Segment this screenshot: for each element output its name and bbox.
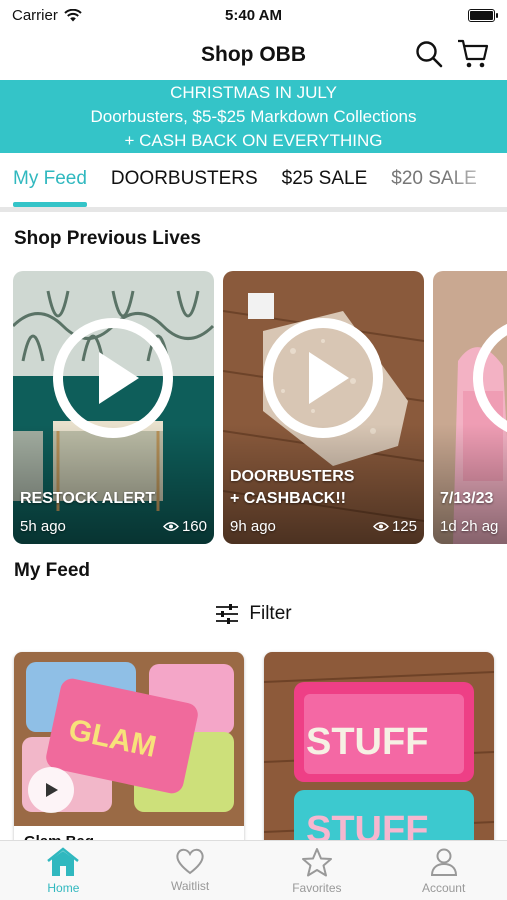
battery-icon	[468, 8, 498, 22]
live-title: RESTOCK ALERT	[20, 490, 156, 507]
live-card[interactable]: RESTOCK ALERT 5h ago 160	[13, 271, 214, 544]
live-time: 9h ago	[230, 518, 276, 535]
live-card[interactable]: 7/13/23 1d 2h ag	[433, 271, 507, 544]
live-meta: 5h ago 160	[20, 518, 207, 535]
category-tabs: My Feed DOORBUSTERS $25 SALE $20 SALE	[0, 153, 507, 207]
account-icon	[430, 848, 457, 876]
nav-waitlist[interactable]: Waitlist	[127, 841, 254, 900]
live-title: 7/13/23	[440, 490, 494, 507]
star-icon	[301, 848, 332, 877]
live-time: 1d 2h ag	[440, 518, 499, 535]
nav-home[interactable]: Home	[0, 841, 127, 900]
live-meta: 9h ago 125	[230, 518, 417, 535]
section-title-my-feed: My Feed	[14, 560, 91, 581]
nav-favorites-label: Favorites	[292, 881, 342, 895]
svg-text:STUFF: STUFF	[306, 721, 428, 763]
bottom-navigation: Home Waitlist Favorites Account	[0, 840, 507, 900]
header-actions	[413, 38, 489, 70]
product-image: STUFF STUFF	[264, 652, 494, 852]
product-image: GLAM	[14, 652, 244, 852]
eye-icon	[373, 522, 389, 531]
home-icon	[47, 847, 80, 876]
tab-doorbusters[interactable]: DOORBUSTERS	[111, 153, 258, 207]
cart-icon[interactable]	[457, 38, 489, 70]
play-icon[interactable]	[261, 316, 385, 440]
play-icon[interactable]	[51, 316, 175, 440]
nav-account[interactable]: Account	[380, 841, 507, 900]
live-title: DOORBUSTERS + CASHBACK!!	[230, 468, 355, 507]
filter-button[interactable]: Filter	[0, 603, 507, 625]
page-title: Shop OBB	[201, 43, 306, 66]
carrier-info: Carrier	[12, 7, 82, 24]
sliders-icon	[216, 604, 239, 624]
live-card[interactable]: DOORBUSTERS + CASHBACK!! 9h ago 125	[223, 271, 424, 544]
search-icon[interactable]	[413, 38, 445, 70]
tab-25-sale[interactable]: $25 SALE	[282, 153, 368, 207]
status-bar: Carrier 5:40 AM	[0, 0, 507, 30]
previous-lives-carousel[interactable]: RESTOCK ALERT 5h ago 160 DOORBUSTERS + C…	[13, 271, 507, 545]
view-count-value: 125	[391, 518, 417, 535]
play-icon[interactable]	[28, 767, 74, 813]
banner-line-2: Doorbusters, $5-$25 Markdown Collections	[90, 107, 417, 126]
divider	[0, 207, 507, 212]
filter-label: Filter	[249, 603, 292, 624]
wifi-icon	[64, 8, 82, 21]
carrier-label: Carrier	[12, 6, 58, 24]
banner-line-3: + CASH BACK ON EVERYTHING	[124, 131, 383, 150]
eye-icon	[163, 522, 179, 531]
banner-line-1: CHRISTMAS IN JULY	[170, 83, 337, 102]
feed-item[interactable]: STUFF STUFF	[264, 652, 494, 852]
app-header: Shop OBB	[0, 30, 507, 80]
tabs-fade-overlay	[447, 153, 507, 207]
feed-item[interactable]: GLAM Glam Bag	[14, 652, 244, 852]
heart-icon	[176, 848, 204, 875]
nav-account-label: Account	[421, 881, 466, 895]
tab-my-feed[interactable]: My Feed	[13, 153, 87, 207]
nav-waitlist-label: Waitlist	[171, 879, 210, 893]
nav-favorites[interactable]: Favorites	[254, 841, 381, 900]
nav-home-label: Home	[47, 881, 80, 895]
promo-banner[interactable]: CHRISTMAS IN JULY Doorbusters, $5-$25 Ma…	[0, 80, 507, 153]
view-count-value: 160	[181, 518, 207, 535]
section-title-previous-lives: Shop Previous Lives	[14, 228, 201, 249]
play-icon[interactable]	[471, 316, 507, 440]
view-count: 160	[163, 518, 207, 535]
live-meta: 1d 2h ag	[440, 518, 507, 535]
view-count: 125	[373, 518, 417, 535]
live-time: 5h ago	[20, 518, 66, 535]
